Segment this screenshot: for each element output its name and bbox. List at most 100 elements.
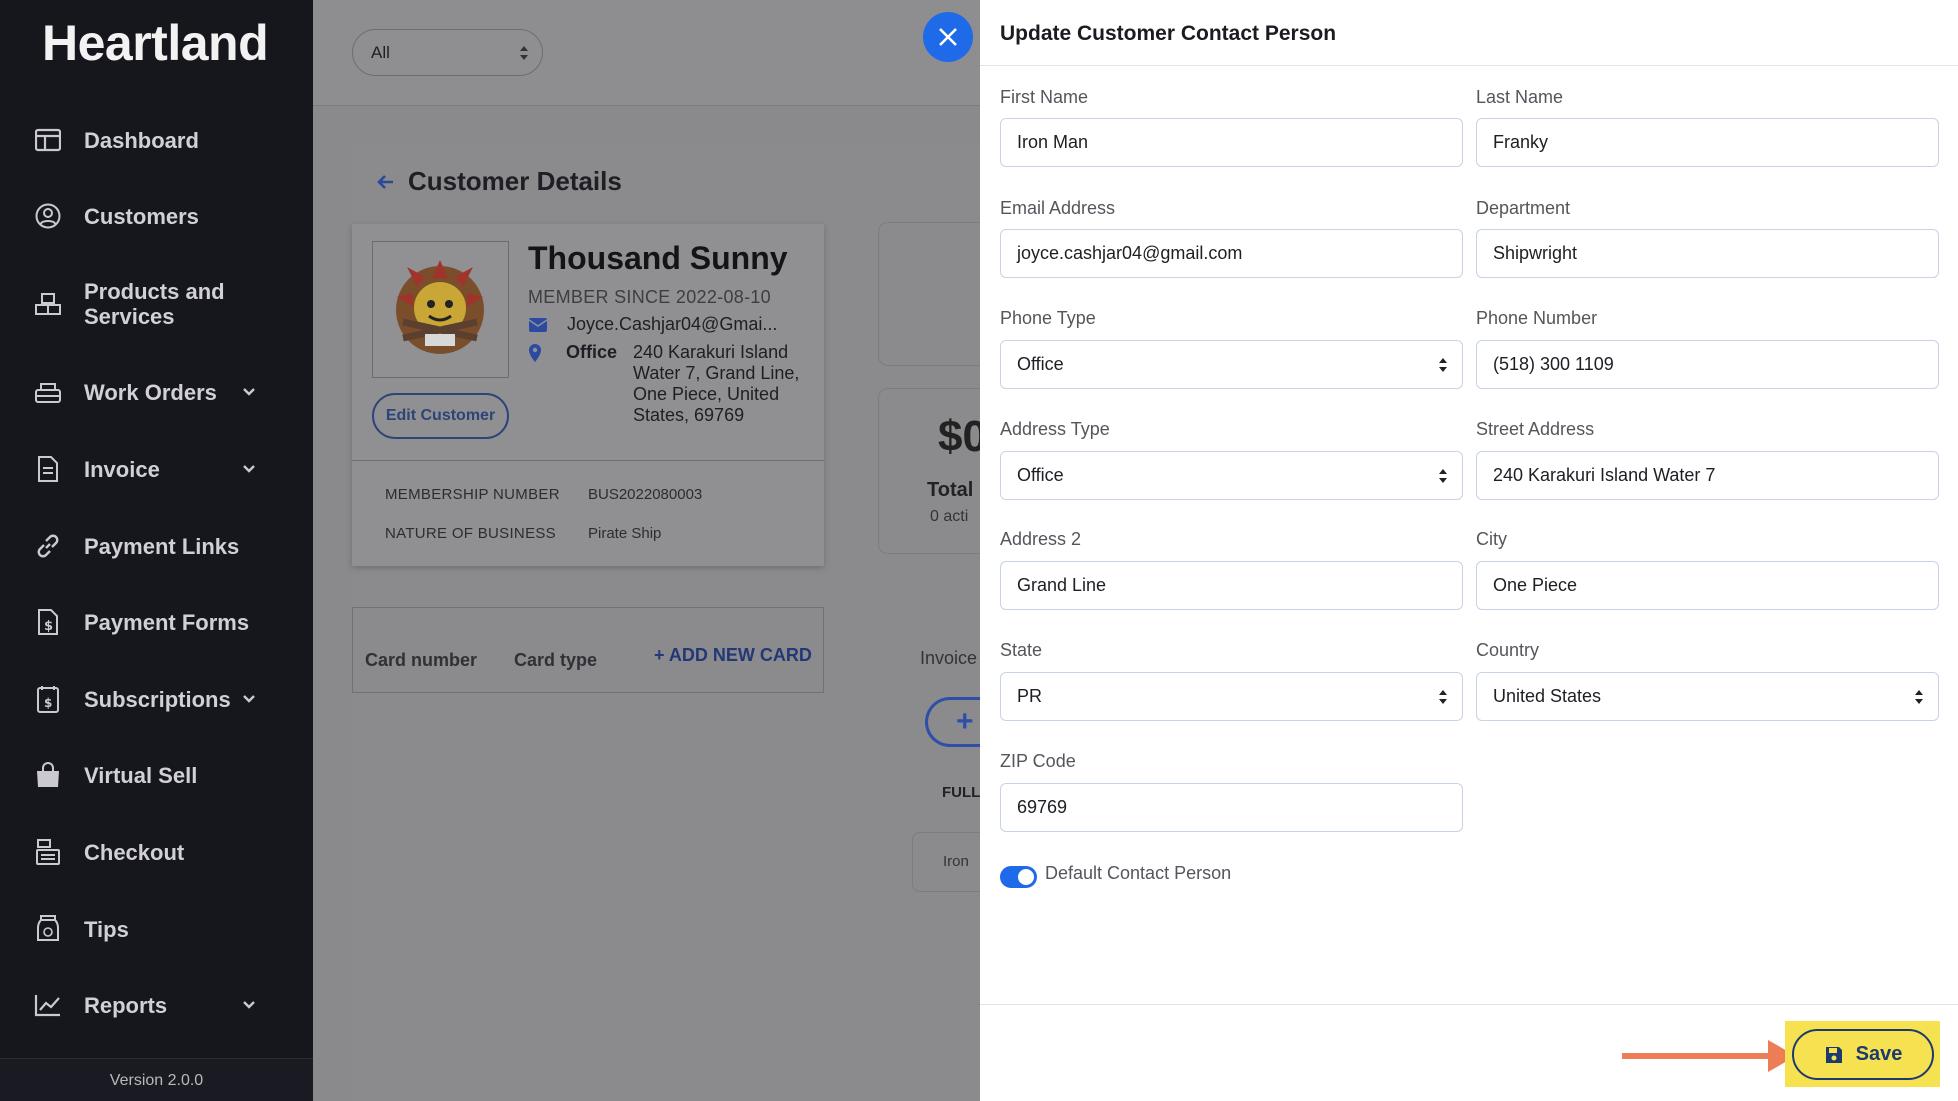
phone-type-select[interactable]: Office xyxy=(1000,340,1463,389)
dashboard-icon xyxy=(34,126,62,154)
country-select[interactable]: United States xyxy=(1476,672,1939,721)
street-address-value: 240 Karakuri Island Water 7 xyxy=(1493,465,1716,485)
city-label: City xyxy=(1476,529,1507,549)
sidebar-item-label: Products and Services xyxy=(84,279,225,329)
customer-email-text: Joyce.Cashjar04@Gmai... xyxy=(567,314,778,334)
chevron-down-icon xyxy=(243,1001,255,1009)
sidebar: Heartland Dashboard Customers Products a… xyxy=(0,0,313,1101)
balance-total-label: Total xyxy=(927,479,974,501)
country-value: United States xyxy=(1493,686,1602,706)
department-field[interactable]: Shipwright xyxy=(1476,229,1939,278)
back-arrow-icon[interactable] xyxy=(376,172,396,192)
card-type-header: Card type xyxy=(514,650,598,670)
annotation-arrow xyxy=(1622,1053,1772,1059)
select-arrows-icon xyxy=(1439,690,1447,704)
address2-field[interactable]: Grand Line xyxy=(1000,561,1463,610)
phone-type-value: Office xyxy=(1017,354,1064,374)
zip-field[interactable]: 69769 xyxy=(1000,783,1463,832)
sidebar-item-reports[interactable]: Reports xyxy=(0,975,313,1035)
card-number-header: Card number xyxy=(365,650,478,670)
sidebar-item-products[interactable]: Products and Services xyxy=(0,274,313,334)
member-since: MEMBER SINCE 2022-08-10 xyxy=(528,287,771,307)
sidebar-item-label: Payment Links xyxy=(84,533,240,559)
save-button[interactable]: Save xyxy=(1792,1029,1934,1080)
phone-number-label: Phone Number xyxy=(1476,308,1598,328)
edit-customer-button[interactable]: Edit Customer xyxy=(372,393,509,439)
nature-of-business-value: Pirate Ship xyxy=(588,525,662,542)
subscriptions-icon: $ xyxy=(34,685,62,713)
register-icon xyxy=(34,838,62,866)
filter-select-value: All xyxy=(371,42,390,62)
last-name-field[interactable]: Franky xyxy=(1476,118,1939,167)
state-select[interactable]: PR xyxy=(1000,672,1463,721)
street-address-field[interactable]: 240 Karakuri Island Water 7 xyxy=(1476,451,1939,500)
sidebar-item-payment-links[interactable]: Payment Links xyxy=(0,516,313,576)
customer-address: 240 Karakuri Island Water 7, Grand Line,… xyxy=(633,342,800,425)
default-contact-toggle[interactable] xyxy=(1000,866,1037,888)
sidebar-item-checkout[interactable]: Checkout xyxy=(0,822,313,882)
update-contact-panel: Update Customer Contact Person First Nam… xyxy=(980,0,1958,1101)
add-new-card-link[interactable]: + ADD NEW CARD xyxy=(654,645,812,666)
sidebar-item-tips[interactable]: Tips xyxy=(0,899,313,959)
chevron-down-icon xyxy=(243,695,255,703)
select-arrows-icon xyxy=(1439,469,1447,483)
chevron-down-icon xyxy=(243,465,255,473)
department-value: Shipwright xyxy=(1493,243,1578,263)
divider xyxy=(352,460,824,461)
app-version: Version 2.0.0 xyxy=(0,1058,313,1101)
svg-text:$: $ xyxy=(44,696,52,710)
email-label: Email Address xyxy=(1000,198,1116,218)
sidebar-item-payment-forms[interactable]: $ Payment Forms xyxy=(0,592,313,652)
address-type-select[interactable]: Office xyxy=(1000,451,1463,500)
sidebar-item-label: Customers xyxy=(84,203,199,229)
tab-invoice[interactable]: Invoice xyxy=(920,648,977,669)
city-field[interactable]: One Piece xyxy=(1476,561,1939,610)
first-name-value: Iron Man xyxy=(1017,132,1089,152)
sidebar-item-label: Invoice xyxy=(84,456,160,482)
phone-number-field[interactable]: (518) 300 1109 xyxy=(1476,340,1939,389)
sidebar-item-customers[interactable]: Customers xyxy=(0,186,313,246)
work-orders-icon xyxy=(34,378,62,406)
phone-number-value: (518) 300 1109 xyxy=(1493,354,1614,374)
sidebar-item-virtual-sell[interactable]: Virtual Sell xyxy=(0,745,313,805)
email-field[interactable]: joyce.cashjar04@gmail.com xyxy=(1000,229,1463,278)
street-address-label: Street Address xyxy=(1476,419,1595,439)
last-name-label: Last Name xyxy=(1476,87,1564,107)
brand-logo: Heartland xyxy=(42,15,269,71)
close-panel-button[interactable] xyxy=(923,12,973,62)
chevron-down-icon xyxy=(243,388,255,396)
sidebar-item-invoice[interactable]: Invoice xyxy=(0,439,313,499)
address2-label: Address 2 xyxy=(1000,529,1082,549)
address-type-label: Address Type xyxy=(1000,419,1110,439)
save-button-label: Save xyxy=(1855,1043,1903,1065)
svg-text:$: $ xyxy=(44,619,53,634)
invoice-icon xyxy=(34,455,62,483)
envelope-icon xyxy=(528,318,548,332)
address2-value: Grand Line xyxy=(1017,575,1107,595)
sidebar-item-label: Reports xyxy=(84,992,168,1018)
default-contact-label: Default Contact Person xyxy=(1045,863,1232,883)
filter-select[interactable]: All xyxy=(352,29,543,76)
country-label: Country xyxy=(1476,640,1540,660)
payment-form-icon: $ xyxy=(34,608,62,636)
department-label: Department xyxy=(1476,198,1571,218)
zip-value: 69769 xyxy=(1017,797,1068,817)
balance-active-text: 0 acti xyxy=(930,508,969,525)
nature-of-business-label: NATURE OF BUSINESS xyxy=(385,525,556,542)
customer-logo xyxy=(372,241,509,378)
sidebar-item-work-orders[interactable]: Work Orders xyxy=(0,362,313,422)
panel-header: Update Customer Contact Person xyxy=(980,0,1958,66)
user-icon xyxy=(34,202,62,230)
sidebar-item-dashboard[interactable]: Dashboard xyxy=(0,110,313,170)
sidebar-item-label: Checkout xyxy=(84,839,185,865)
tip-jar-icon xyxy=(34,915,62,943)
first-name-field[interactable]: Iron Man xyxy=(1000,118,1463,167)
sidebar-item-label: Dashboard xyxy=(84,127,199,153)
first-name-label: First Name xyxy=(1000,87,1089,107)
membership-number-label: MEMBERSHIP NUMBER xyxy=(385,486,560,503)
sidebar-item-subscriptions[interactable]: $ Subscriptions xyxy=(0,669,313,729)
floppy-disk-icon xyxy=(1825,1046,1842,1063)
toggle-knob xyxy=(1018,869,1034,885)
customer-name: Thousand Sunny xyxy=(528,240,788,276)
sidebar-item-label: Payment Forms xyxy=(84,609,250,635)
